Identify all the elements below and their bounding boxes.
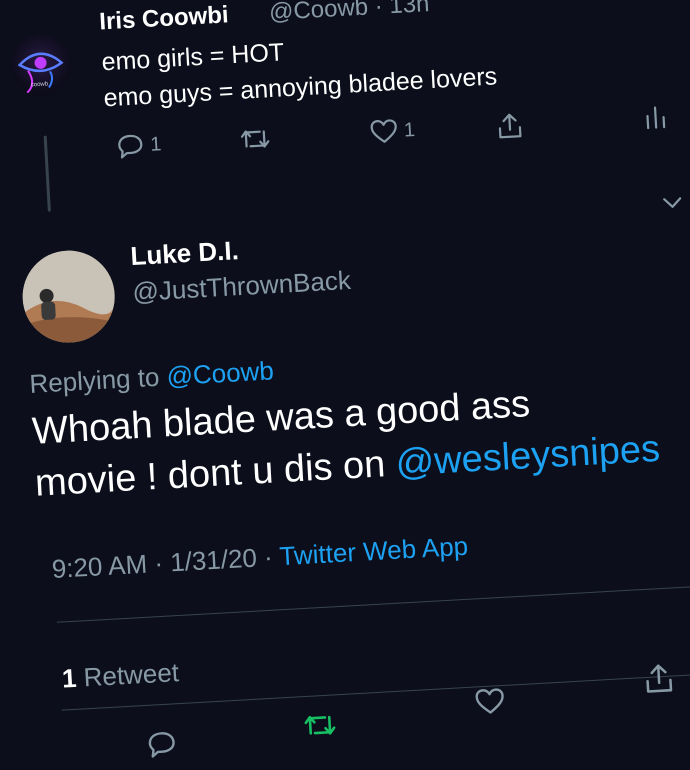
retweet-label: Retweet [82, 657, 180, 693]
parent-handle-text: @Coowb [268, 0, 369, 26]
parent-author-handle[interactable]: @Coowb · 13h [268, 0, 430, 27]
author-handle[interactable]: @JustThrownBack [132, 265, 352, 308]
heart-icon [475, 688, 504, 714]
author-name[interactable]: Luke D.I. [130, 235, 240, 272]
like-button[interactable] [473, 687, 507, 722]
parent-text-line-1: emo girls = HOT [100, 38, 285, 77]
parent-analytics-button[interactable] [643, 103, 668, 130]
tweet-source-link[interactable]: Twitter Web App [279, 531, 469, 571]
replying-to-link[interactable]: @Coowb [166, 355, 275, 391]
parent-reply-button[interactable]: 1 [116, 131, 163, 159]
parent-avatar[interactable]: coowb [8, 32, 74, 98]
tweet-text-line-2-text: movie ! dont u dis on [33, 443, 387, 505]
retweet-stats[interactable]: 1 Retweet [61, 657, 180, 694]
chevron-down-icon [663, 197, 682, 208]
tweet-time[interactable]: 9:20 AM [51, 549, 148, 584]
parent-time[interactable]: 13h [389, 0, 430, 19]
tweet-meta: 9:20 AM · 1/31/20 · Twitter Web App [51, 531, 469, 585]
retweet-count: 1 [61, 662, 78, 694]
parent-like-button[interactable]: 1 [369, 117, 416, 145]
author-avatar[interactable] [20, 248, 118, 346]
heart-icon [370, 119, 397, 143]
share-button[interactable] [642, 661, 676, 700]
reply-button[interactable] [145, 729, 179, 764]
parent-reply-count: 1 [149, 132, 163, 156]
replying-prefix: Replying to [28, 361, 161, 399]
retweet-active-icon [304, 715, 336, 735]
mention-link[interactable]: @wesleysnipes [395, 428, 662, 485]
meta-sep-2: · [263, 541, 274, 573]
tweet-date[interactable]: 1/31/20 [169, 543, 257, 578]
tweet-screen: coowb Iris Coowbi @Coowb · 13h emo girls… [0, 0, 690, 758]
thread-line [43, 135, 51, 212]
analytics-icon [646, 106, 666, 130]
parent-retweet-button[interactable] [239, 125, 276, 153]
share-icon [498, 113, 522, 139]
parent-like-count: 1 [403, 118, 416, 142]
parent-share-button[interactable] [495, 111, 525, 141]
retweet-icon [240, 130, 270, 148]
divider-top [56, 583, 690, 623]
parent-author-name[interactable]: Iris Coowbi [99, 1, 230, 36]
meta-sep-1: · [153, 547, 164, 579]
avatar-caption: coowb [30, 81, 49, 89]
tweet-options-button[interactable] [660, 194, 685, 216]
parent-sep: · [373, 0, 384, 21]
reply-icon [118, 134, 143, 159]
reply-icon [148, 732, 175, 758]
replying-to: Replying to @Coowb [29, 355, 275, 400]
avatar-photo [20, 248, 118, 346]
share-icon [646, 664, 673, 693]
